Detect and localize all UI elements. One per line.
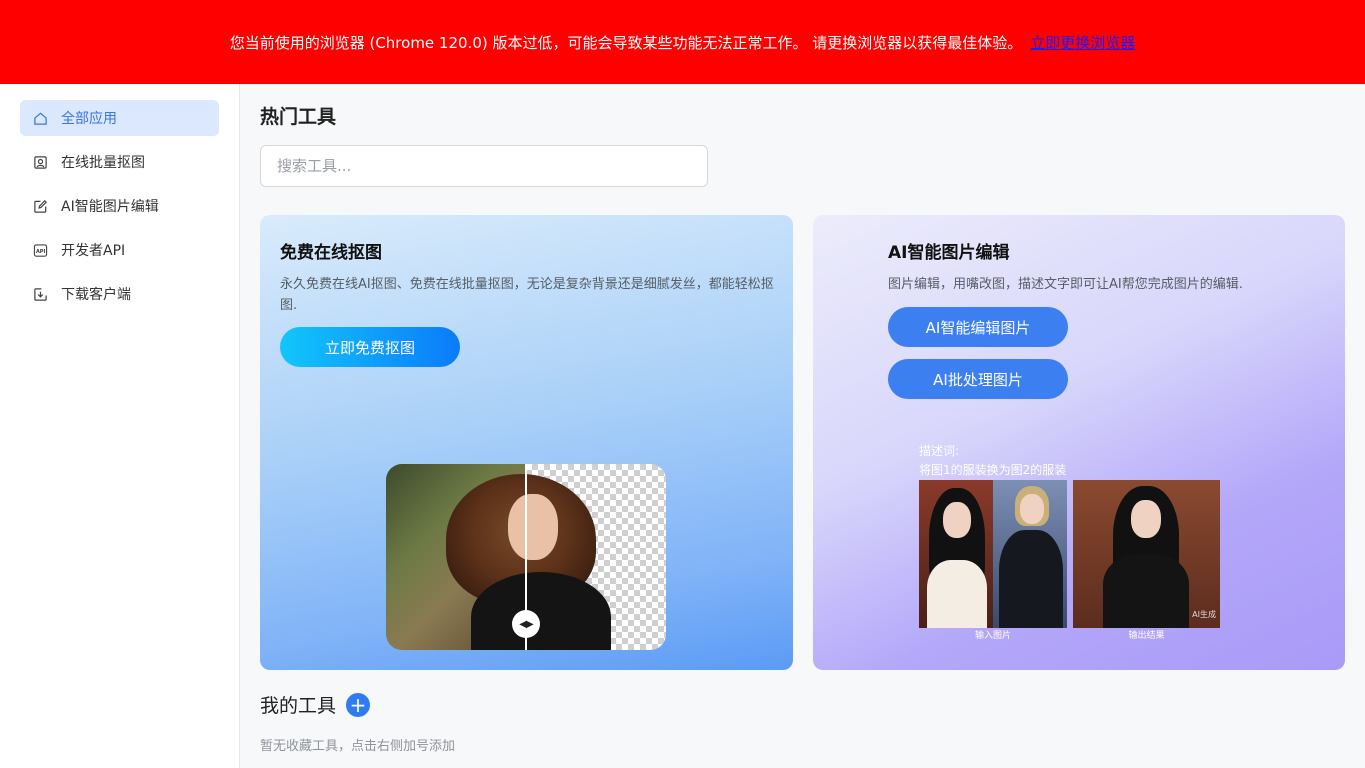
input-photo-label: 输入图片 [974, 631, 1011, 641]
outdated-browser-banner: 您当前使用的浏览器 (Chrome 120.0) 版本过低，可能会导致某些功能无… [0, 0, 1365, 84]
free-cutout-button[interactable]: 立即免费抠图 [280, 327, 460, 367]
sidebar-item-batch-cutout[interactable]: 在线批量抠图 [20, 144, 219, 180]
my-tools-title: 我的工具 [260, 695, 337, 717]
sidebar: 全部应用 在线批量抠图 AI智能图片编辑 API 开发者API 下载客户端 [0, 84, 240, 768]
demo-caption-label: 描述词: [919, 444, 960, 458]
add-tool-button[interactable]: + [346, 692, 371, 717]
sidebar-item-label: 全部应用 [61, 111, 117, 127]
sidebar-item-label: 在线批量抠图 [61, 155, 145, 171]
hot-tools-title: 热门工具 [260, 106, 337, 128]
card-description: 图片编辑，用嘴改图，描述文字即可让AI帮您完成图片的编辑. [888, 277, 1243, 292]
output-photo-label: 输出结果 [1128, 631, 1165, 641]
card-title: AI智能图片编辑 [888, 243, 1010, 263]
sidebar-item-label: AI智能图片编辑 [61, 199, 159, 215]
api-icon: API [32, 242, 48, 258]
sidebar-item-label: 开发者API [61, 243, 126, 259]
download-icon [32, 286, 48, 302]
sidebar-item-label: 下载客户端 [61, 287, 131, 303]
output-photo: AI生成 [1073, 480, 1220, 628]
sidebar-item-ai-image-edit[interactable]: AI智能图片编辑 [20, 188, 219, 224]
main-content: 热门工具 免费在线抠图 永久免费在线AI抠图、免费在线批量抠图，无论是复杂背景还… [240, 84, 1365, 768]
ai-generated-tag: AI生成 [1192, 610, 1216, 619]
card-title: 免费在线抠图 [280, 243, 382, 263]
input-photo-2 [993, 480, 1067, 628]
ai-edit-card[interactable]: AI智能图片编辑 图片编辑，用嘴改图，描述文字即可让AI帮您完成图片的编辑. A… [813, 215, 1345, 670]
empty-tools-hint: 暂无收藏工具，点击右侧加号添加 [260, 739, 456, 754]
ai-edit-image-button[interactable]: AI智能编辑图片 [888, 307, 1068, 347]
compare-handle-icon[interactable]: ◀▶ [512, 610, 540, 638]
svg-text:API: API [35, 248, 45, 254]
ai-batch-process-button[interactable]: AI批处理图片 [888, 359, 1068, 399]
search-input[interactable] [260, 145, 708, 187]
sidebar-item-all-apps[interactable]: 全部应用 [20, 100, 219, 136]
cutout-card[interactable]: 免费在线抠图 永久免费在线AI抠图、免费在线批量抠图，无论是复杂背景还是细腻发丝… [260, 215, 793, 670]
edit-icon [32, 198, 48, 214]
portrait-face [508, 494, 558, 560]
home-icon [32, 110, 48, 126]
portrait-icon [32, 154, 48, 170]
demo-caption-text: 将图1的服装换为图2的服装 [919, 463, 1067, 477]
change-browser-link[interactable]: 立即更换浏览器 [1030, 32, 1135, 53]
sidebar-item-developer-api[interactable]: API 开发者API [20, 232, 219, 268]
input-photo-1 [919, 480, 993, 628]
card-description: 永久免费在线AI抠图、免费在线批量抠图，无论是复杂背景还是细腻发丝，都能轻松抠图… [280, 277, 774, 313]
my-tools-header: 我的工具 + [260, 691, 371, 718]
sidebar-item-download-client[interactable]: 下载客户端 [20, 276, 219, 312]
banner-message: 您当前使用的浏览器 (Chrome 120.0) 版本过低，可能会导致某些功能无… [229, 33, 1023, 52]
before-after-image: ◀▶ [386, 464, 666, 650]
